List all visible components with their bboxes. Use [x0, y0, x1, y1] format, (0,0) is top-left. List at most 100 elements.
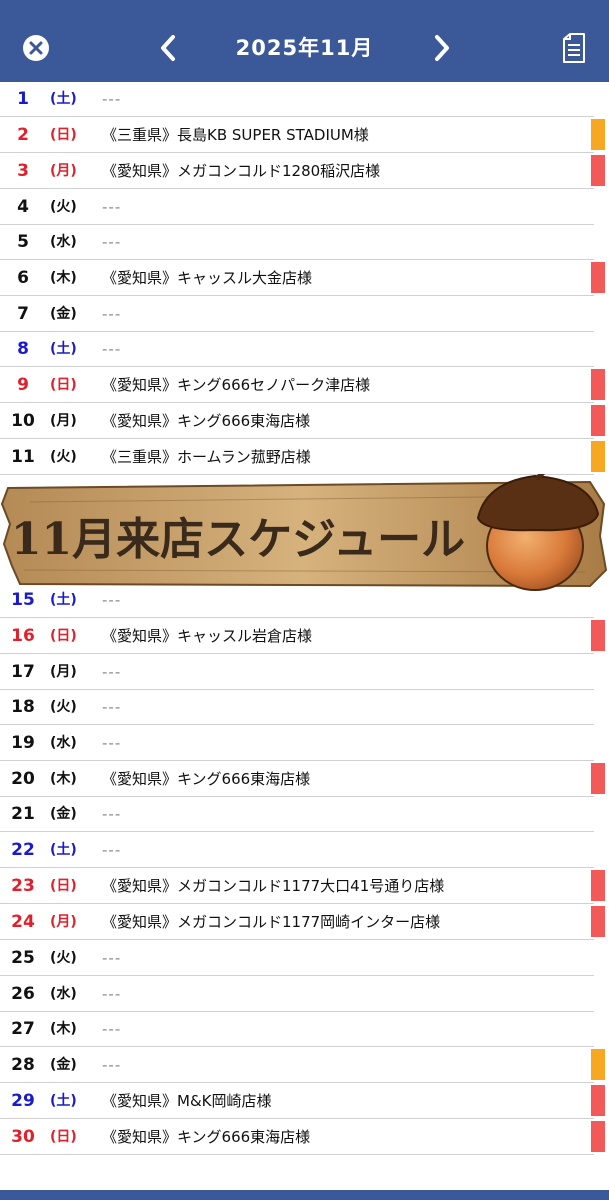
- weekday-label: (水): [50, 735, 77, 751]
- status-bar-red: [591, 369, 605, 400]
- day-number: 6: [17, 268, 29, 288]
- day-number: 4: [17, 197, 29, 217]
- day-number: 27: [11, 1019, 35, 1039]
- schedule-row[interactable]: 24 (月) 《愛知県》メガコンコルド1177岡崎インター店様: [0, 904, 609, 940]
- event-text: 《愛知県》メガコンコルド1280稲沢店様: [102, 162, 381, 180]
- schedule-row[interactable]: 30 (日) 《愛知県》キング666東海店様: [0, 1119, 609, 1155]
- weekday-label: (水): [50, 234, 77, 250]
- schedule-row[interactable]: 10 (月) 《愛知県》キング666東海店様: [0, 403, 609, 439]
- day-number: 7: [17, 304, 29, 324]
- day-number: 10: [11, 411, 35, 431]
- weekday-label: (金): [50, 806, 77, 822]
- schedule-row[interactable]: 6 (木) 《愛知県》キャッスル大金店様: [0, 260, 609, 296]
- event-text: ---: [102, 698, 122, 716]
- schedule-row[interactable]: 23 (日) 《愛知県》メガコンコルド1177大口41号通り店様: [0, 868, 609, 904]
- event-text: ---: [102, 949, 122, 967]
- event-text: ---: [102, 233, 122, 251]
- schedule-row[interactable]: 17 (月) ---: [0, 654, 609, 690]
- event-text: 《愛知県》キング666東海店様: [102, 770, 311, 788]
- schedule-row[interactable]: 20 (木) 《愛知県》キング666東海店様: [0, 761, 609, 797]
- event-text: ---: [102, 90, 122, 108]
- weekday-label: (火): [50, 699, 77, 715]
- schedule-row[interactable]: 16 (日) 《愛知県》キャッスル岩倉店様: [0, 618, 609, 654]
- status-bar-orange: [591, 441, 605, 472]
- day-number: 30: [11, 1127, 35, 1147]
- status-bar-red: [591, 870, 605, 901]
- schedule-row[interactable]: 2 (日) 《三重県》長島KB SUPER STADIUM様: [0, 117, 609, 153]
- weekday-label: (水): [50, 986, 77, 1002]
- day-number: 25: [11, 948, 35, 968]
- day-number: 8: [17, 339, 29, 359]
- day-number: 11: [11, 447, 35, 467]
- weekday-label: (日): [50, 1129, 77, 1145]
- event-text: ---: [102, 985, 122, 1003]
- day-number: 1: [17, 89, 29, 109]
- event-text: ---: [102, 1056, 122, 1074]
- schedule-row[interactable]: 28 (金) ---: [0, 1047, 609, 1083]
- day-number: 28: [11, 1055, 35, 1075]
- banner-graphic: 11月来店スケジュール: [0, 461, 608, 591]
- weekday-label: (火): [50, 449, 77, 465]
- schedule-row[interactable]: 11 (火) 《三重県》ホームラン菰野店様: [0, 439, 609, 475]
- event-text: ---: [102, 1020, 122, 1038]
- schedule-row[interactable]: 8 (土) ---: [0, 331, 609, 367]
- app-header: 2025年11月: [0, 0, 609, 82]
- schedule-row[interactable]: 19 (水) ---: [0, 725, 609, 761]
- day-number: 22: [11, 840, 35, 860]
- schedule-row[interactable]: 29 (土) 《愛知県》M&K岡崎店様: [0, 1083, 609, 1119]
- event-text: ---: [102, 305, 122, 323]
- day-number: 18: [11, 697, 35, 717]
- status-bar-red: [591, 155, 605, 186]
- weekday-label: (月): [50, 413, 77, 429]
- day-number: 5: [17, 232, 29, 252]
- status-bar-red: [591, 262, 605, 293]
- event-text: ---: [102, 734, 122, 752]
- day-number: 2: [17, 125, 29, 145]
- day-number: 17: [11, 662, 35, 682]
- weekday-label: (日): [50, 377, 77, 393]
- event-text: 《愛知県》キング666東海店様: [102, 1128, 311, 1146]
- schedule-row[interactable]: 27 (木) ---: [0, 1011, 609, 1047]
- schedule-row[interactable]: 3 (月) 《愛知県》メガコンコルド1280稲沢店様: [0, 153, 609, 189]
- status-bar-red: [591, 763, 605, 794]
- schedule-row[interactable]: 7 (金) ---: [0, 296, 609, 332]
- weekday-label: (土): [50, 1093, 77, 1109]
- status-bar-red: [591, 405, 605, 436]
- day-number: 29: [11, 1091, 35, 1111]
- schedule-row[interactable]: 1 (土) ---: [0, 81, 609, 117]
- weekday-label: (日): [50, 878, 77, 894]
- weekday-label: (金): [50, 306, 77, 322]
- status-bar-orange: [591, 1049, 605, 1080]
- day-number: 23: [11, 876, 35, 896]
- schedule-row[interactable]: 25 (火) ---: [0, 940, 609, 976]
- weekday-label: (土): [50, 341, 77, 357]
- day-number: 16: [11, 626, 35, 646]
- day-number: 20: [11, 769, 35, 789]
- weekday-label: (日): [50, 628, 77, 644]
- weekday-label: (月): [50, 664, 77, 680]
- weekday-label: (土): [50, 91, 77, 107]
- schedule-row[interactable]: 5 (水) ---: [0, 224, 609, 260]
- status-bar-orange: [591, 119, 605, 150]
- weekday-label: (日): [50, 127, 77, 143]
- event-text: ---: [102, 198, 122, 216]
- schedule-row[interactable]: 26 (水) ---: [0, 976, 609, 1012]
- banner-title: 11月来店スケジュール: [11, 514, 465, 565]
- event-text: 《愛知県》キャッスル岩倉店様: [102, 627, 313, 645]
- event-text: 《愛知県》メガコンコルド1177大口41号通り店様: [102, 877, 445, 895]
- event-text: ---: [102, 841, 122, 859]
- weekday-label: (月): [50, 163, 77, 179]
- schedule-row[interactable]: 4 (火) ---: [0, 189, 609, 225]
- event-text: 《愛知県》キング666東海店様: [102, 412, 311, 430]
- event-text: 《三重県》長島KB SUPER STADIUM様: [102, 126, 369, 144]
- event-text: ---: [102, 663, 122, 681]
- schedule-row[interactable]: 18 (火) ---: [0, 689, 609, 725]
- weekday-label: (月): [50, 914, 77, 930]
- document-icon: [563, 33, 585, 63]
- day-number: 21: [11, 804, 35, 824]
- schedule-row[interactable]: 22 (土) ---: [0, 832, 609, 868]
- schedule-row[interactable]: 21 (金) ---: [0, 796, 609, 832]
- status-bar-red: [591, 620, 605, 651]
- weekday-label: (木): [50, 771, 77, 787]
- schedule-row[interactable]: 9 (日) 《愛知県》キング666セノパーク津店様: [0, 367, 609, 403]
